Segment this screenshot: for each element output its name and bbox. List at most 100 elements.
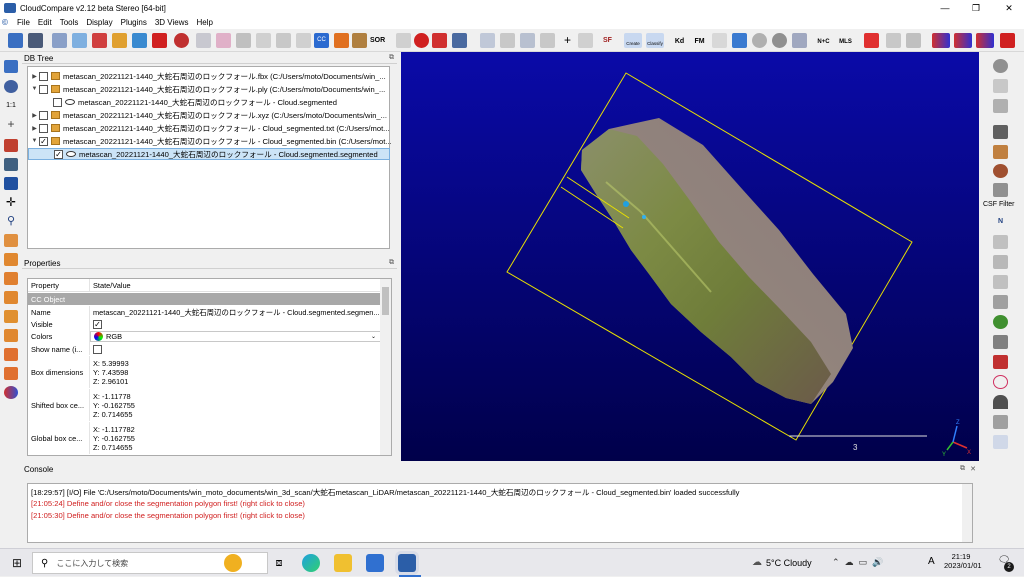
menu-plugins[interactable]: Plugins bbox=[117, 18, 151, 27]
console-log[interactable]: [18:29:57] [I/O] File 'C:/Users/moto/Doc… bbox=[27, 483, 973, 543]
zoom-1-1-button[interactable]: 1:1 bbox=[4, 99, 18, 112]
menu-display[interactable]: Display bbox=[82, 18, 116, 27]
film-strip-icon[interactable] bbox=[993, 125, 1008, 139]
label-icon[interactable] bbox=[520, 33, 535, 48]
delete-cross-icon[interactable] bbox=[92, 33, 107, 48]
crosshair-icon[interactable]: + bbox=[4, 118, 18, 131]
plus-icon[interactable]: + bbox=[560, 33, 575, 48]
gear-icon[interactable] bbox=[52, 33, 67, 48]
plugin-icon-7[interactable] bbox=[993, 335, 1008, 349]
tray-icons[interactable]: ⌃☁▭🔊 bbox=[832, 557, 888, 568]
tree-item[interactable]: ▶ metascan_20221121-1440_大蛇石周辺のロックフォール.fb… bbox=[28, 70, 386, 82]
console-scrollbar[interactable] bbox=[962, 484, 972, 542]
tree-item[interactable]: ▼ metascan_20221121-1440_大蛇石周辺のロックフォール.pl… bbox=[28, 83, 385, 95]
csf-filter-label[interactable]: CSF Filter bbox=[983, 201, 1015, 208]
kd-button[interactable]: Kd bbox=[672, 33, 687, 48]
file-explorer-icon[interactable] bbox=[334, 554, 352, 572]
ortho-icon[interactable] bbox=[4, 177, 18, 190]
plugin-icon-3[interactable] bbox=[993, 235, 1008, 249]
chevron-right-icon[interactable]: ▶ bbox=[30, 73, 39, 80]
tree-checkbox[interactable] bbox=[39, 110, 48, 120]
magnet-icon[interactable] bbox=[993, 395, 1008, 409]
plugin-icon-5[interactable] bbox=[993, 275, 1008, 289]
3d-viewport[interactable]: 3 X Y Z bbox=[401, 52, 979, 461]
menu-tools[interactable]: Tools bbox=[56, 18, 83, 27]
menu-3d-views[interactable]: 3D Views bbox=[151, 18, 193, 27]
plugin-icon-10[interactable] bbox=[993, 435, 1008, 449]
view-iso2-icon[interactable] bbox=[4, 367, 18, 380]
edge-icon[interactable] bbox=[302, 554, 320, 572]
view-back-icon-left[interactable] bbox=[4, 291, 18, 304]
app-menu-icon[interactable]: © bbox=[2, 18, 11, 27]
noise-icon[interactable] bbox=[396, 33, 411, 48]
clone-icon[interactable] bbox=[72, 33, 87, 48]
showname-checkbox[interactable] bbox=[93, 344, 102, 354]
facets-icon[interactable] bbox=[712, 33, 727, 48]
tree-checkbox[interactable]: ✓ bbox=[39, 136, 48, 146]
view-iso1-icon[interactable] bbox=[4, 348, 18, 361]
hexagon-icon[interactable] bbox=[993, 183, 1008, 197]
visible-checkbox[interactable]: ✓ bbox=[93, 319, 102, 329]
clock[interactable]: 21:19 2023/01/01 bbox=[944, 552, 982, 570]
maximize-button[interactable]: ❐ bbox=[961, 0, 991, 16]
align-icon[interactable] bbox=[276, 33, 291, 48]
pick-icon[interactable] bbox=[452, 33, 467, 48]
plugin-icon-9[interactable] bbox=[993, 415, 1008, 429]
canupo-classify-button[interactable]: Classify bbox=[646, 33, 664, 48]
stereo-icon[interactable] bbox=[1000, 33, 1015, 48]
menu-file[interactable]: File bbox=[13, 18, 34, 27]
open-icon[interactable] bbox=[8, 33, 23, 48]
cloudcompare-taskbar-icon[interactable] bbox=[398, 554, 416, 572]
prop-name-value[interactable]: metascan_20221121-1440_大蛇石周辺のロックフォール - C… bbox=[90, 306, 381, 318]
tree-checkbox[interactable]: ✓ bbox=[54, 149, 63, 159]
mesh-icon[interactable] bbox=[334, 33, 349, 48]
minimize-button[interactable]: — bbox=[930, 0, 960, 16]
tree-item[interactable]: ✓ metascan_20221121-1440_大蛇石周辺のロックフォール - … bbox=[28, 148, 390, 160]
tree-checkbox[interactable] bbox=[39, 71, 48, 81]
normal-n-button[interactable]: N bbox=[993, 215, 1008, 229]
tree-checkbox[interactable] bbox=[39, 123, 48, 133]
properties-scrollbar[interactable] bbox=[380, 279, 391, 455]
cc-icon[interactable]: CC bbox=[314, 33, 329, 48]
ransac-icon[interactable] bbox=[864, 33, 879, 48]
gear-disc-icon[interactable] bbox=[993, 59, 1008, 73]
db-tree[interactable]: ▶ metascan_20221121-1440_大蛇石周辺のロックフォール.fb… bbox=[27, 66, 392, 249]
color-icon[interactable] bbox=[174, 33, 189, 48]
task-view-icon[interactable]: ⧈ bbox=[270, 554, 288, 572]
globe-icon[interactable] bbox=[772, 33, 787, 48]
camera-icon[interactable] bbox=[4, 80, 18, 93]
fm-button[interactable]: FM bbox=[692, 33, 707, 48]
chevron-down-icon[interactable]: ▼ bbox=[30, 86, 39, 92]
plane-icon[interactable] bbox=[540, 33, 555, 48]
nc-button[interactable]: N+C bbox=[816, 33, 831, 48]
plugin-icon-6[interactable] bbox=[993, 295, 1008, 309]
view-right-icon[interactable] bbox=[4, 310, 18, 323]
mls-button[interactable]: MLS bbox=[838, 33, 853, 48]
plugin-icon-1[interactable] bbox=[993, 79, 1008, 93]
register-icon[interactable] bbox=[256, 33, 271, 48]
compass-icon[interactable] bbox=[886, 33, 901, 48]
compass-plugin-icon[interactable] bbox=[993, 164, 1008, 178]
float-panel-icon[interactable]: ⧉ bbox=[389, 259, 394, 267]
green-sphere-icon[interactable] bbox=[993, 315, 1008, 329]
tree-item[interactable]: ▶ metascan_20221121-1440_大蛇石周辺のロックフォール - … bbox=[28, 122, 390, 134]
ellipse-icon[interactable] bbox=[993, 375, 1008, 389]
segment-icon[interactable] bbox=[432, 33, 447, 48]
scatter-icon[interactable] bbox=[236, 33, 251, 48]
hough-icon[interactable] bbox=[906, 33, 921, 48]
view-front-icon-left[interactable] bbox=[4, 253, 18, 266]
view-back-icon[interactable] bbox=[954, 33, 972, 48]
weather-widget[interactable]: ☁ 5°C Cloudy bbox=[752, 557, 812, 568]
windows-start-icon[interactable]: ⊞ bbox=[8, 554, 26, 572]
point-cloud-view[interactable]: 3 X Y Z bbox=[401, 52, 979, 461]
tree-item[interactable]: ▶ metascan_20221121-1440_大蛇石周辺のロックフォール.xy… bbox=[28, 109, 387, 121]
screen-icon[interactable] bbox=[4, 60, 18, 73]
tree-checkbox[interactable] bbox=[53, 97, 62, 107]
plugin-icon-4[interactable] bbox=[993, 255, 1008, 269]
colors-select[interactable]: RGB ⌄ bbox=[90, 331, 381, 342]
weather-sun-icon[interactable] bbox=[224, 554, 242, 572]
ime-indicator[interactable]: A bbox=[928, 556, 935, 567]
chevron-right-icon[interactable]: ▶ bbox=[30, 125, 39, 132]
distance-icon[interactable] bbox=[296, 33, 311, 48]
sor-button[interactable]: SOR bbox=[370, 33, 385, 48]
